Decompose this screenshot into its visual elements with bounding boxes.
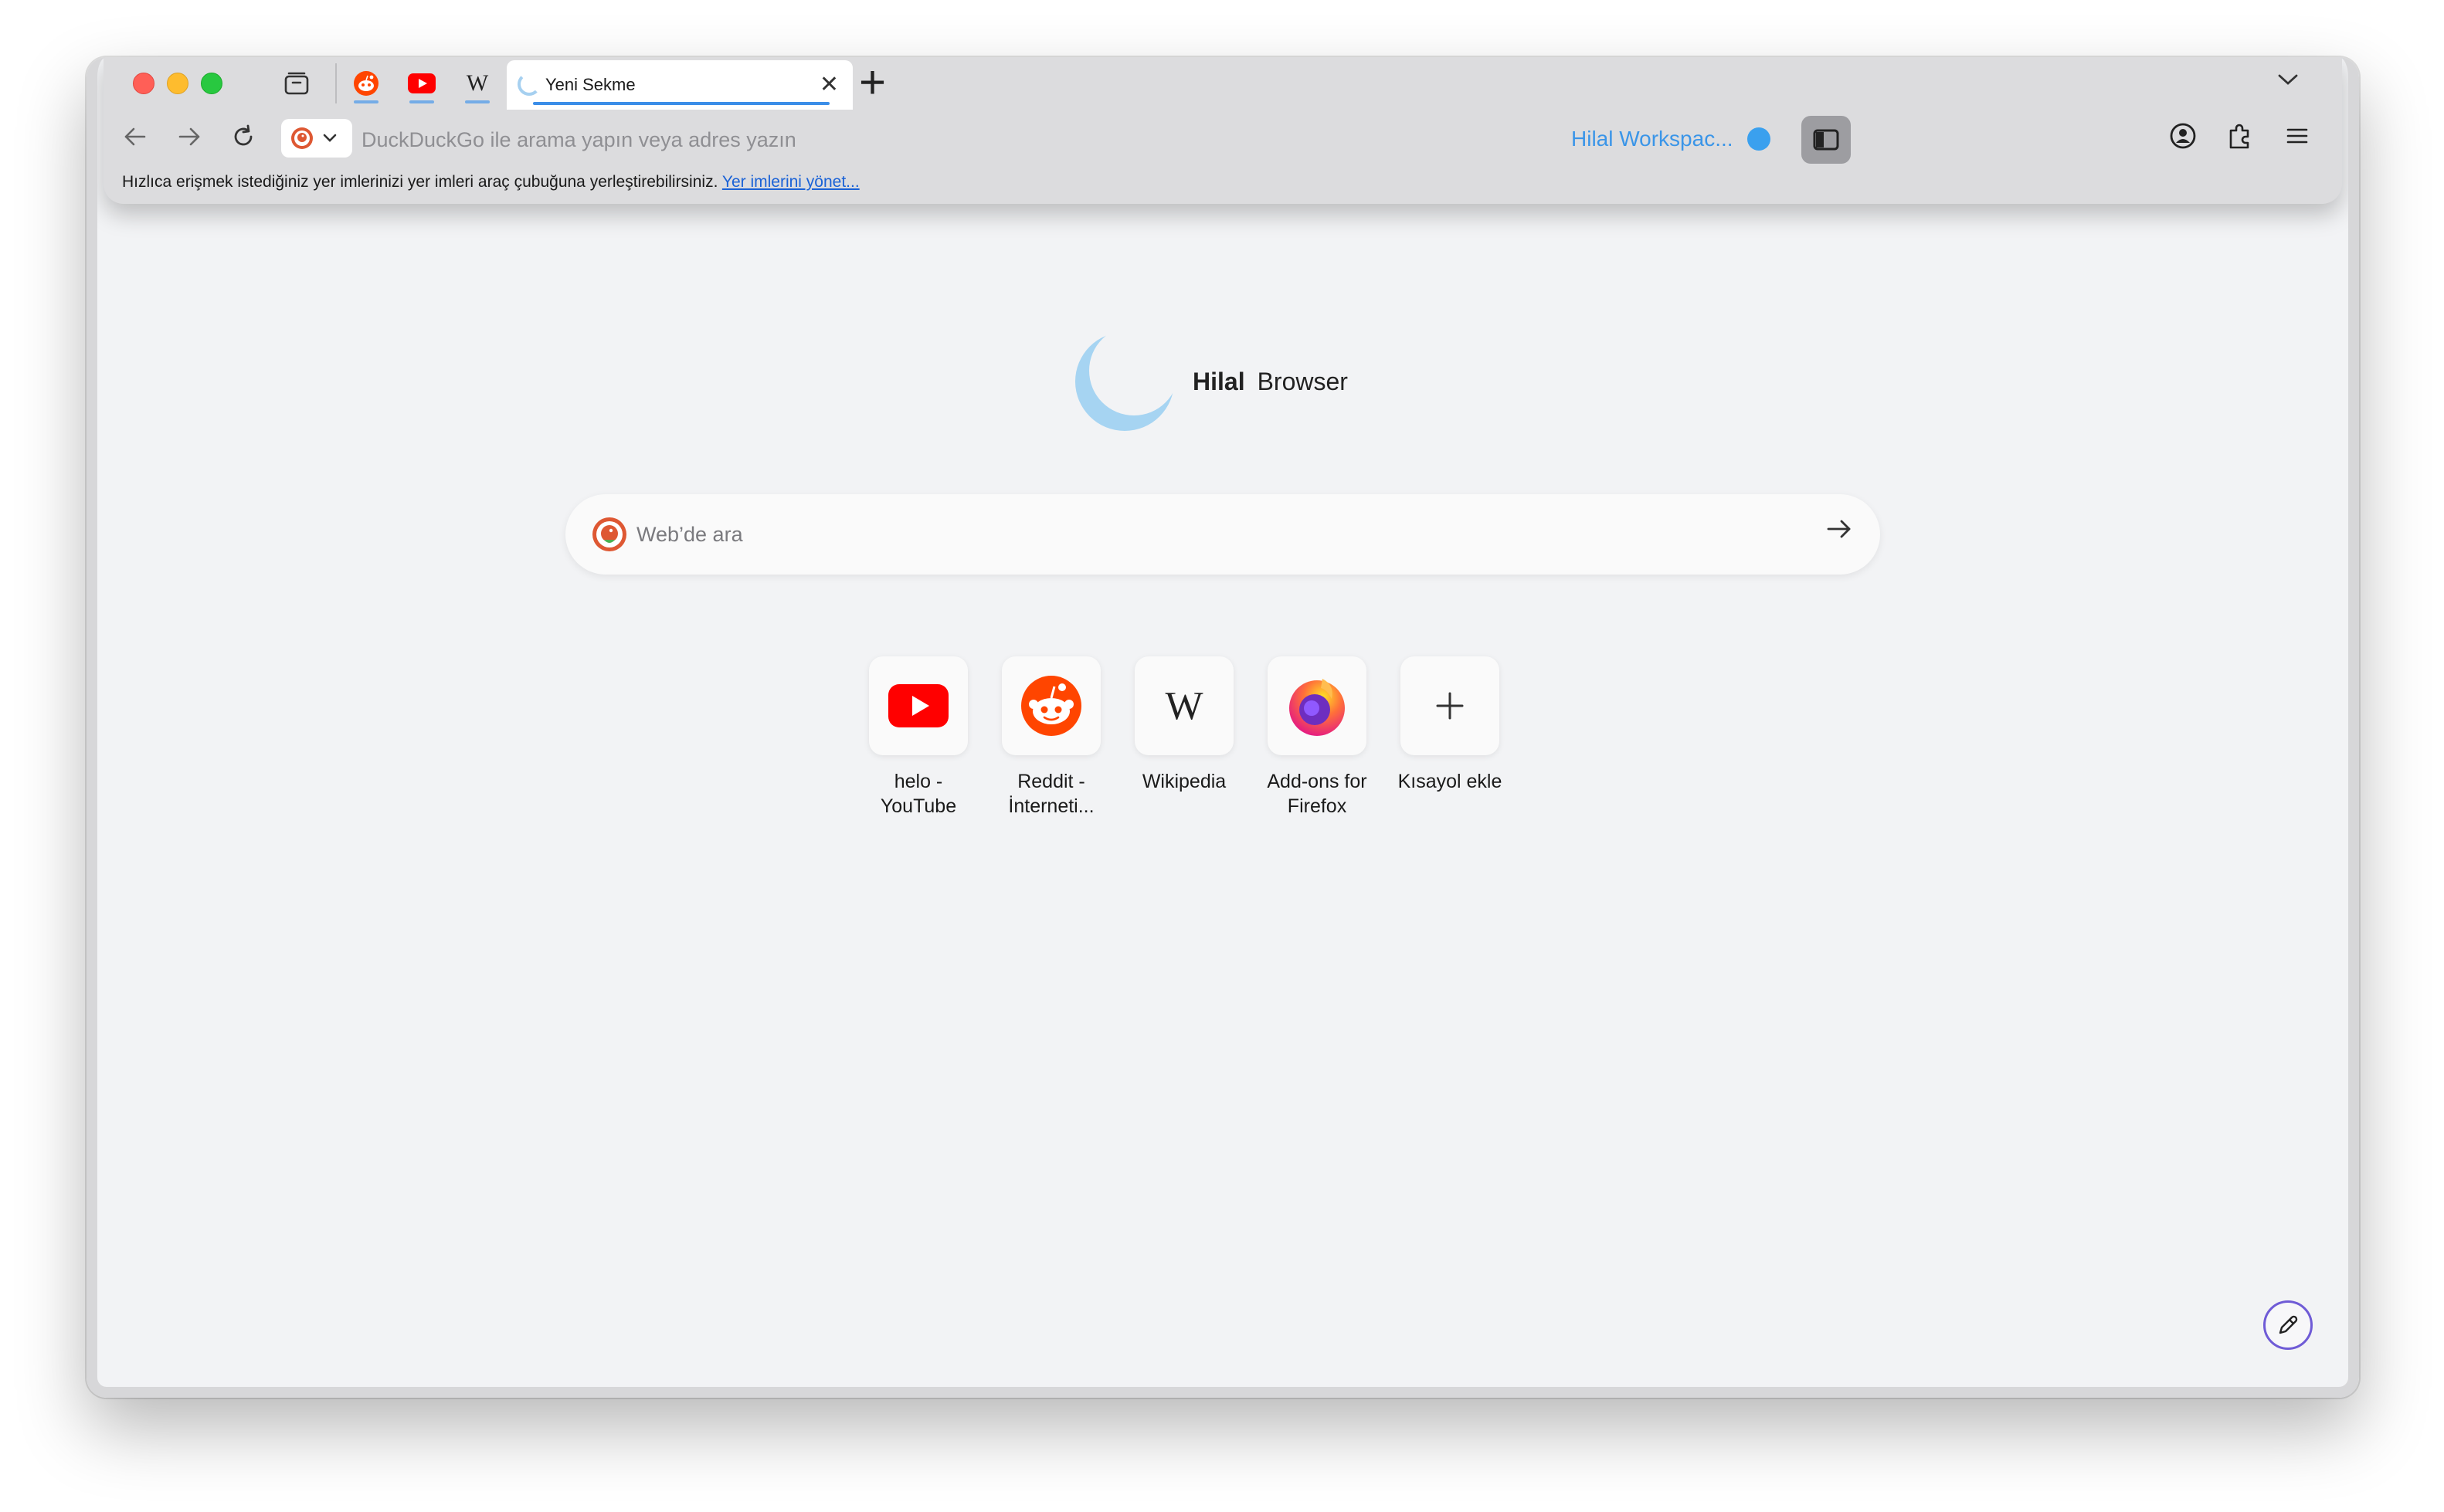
shortcut-label: Kısayol ekle: [1397, 771, 1502, 792]
account-icon: [2170, 123, 2196, 149]
workspace-label: Hilal Workspac...: [1571, 127, 1733, 151]
shortcut-label: helo - YouTube: [880, 771, 957, 817]
browser-window: W Yeni Sekme ✕ + DuckDuckGo ile arama ya…: [87, 57, 2359, 1398]
tab-overview-button[interactable]: [280, 68, 314, 99]
youtube-icon: [888, 684, 949, 727]
wikipedia-icon: W: [1165, 683, 1203, 728]
add-shortcut-tile[interactable]: Kısayol ekle: [1398, 656, 1502, 819]
url-bar-input[interactable]: DuckDuckGo ile arama yapın veya adres ya…: [362, 128, 796, 152]
toolbar-right-icons: [2166, 119, 2314, 153]
pinned-tab-reddit[interactable]: [349, 68, 383, 103]
tab-progress-bar: [533, 102, 830, 105]
extensions-button[interactable]: [2223, 119, 2257, 153]
account-button[interactable]: [2166, 119, 2200, 153]
tab-bar: W Yeni Sekme ✕ +: [104, 57, 2342, 110]
sidebar-icon: [1813, 129, 1839, 151]
tab-title: Yeni Sekme: [545, 75, 636, 94]
close-window-button[interactable]: [133, 73, 154, 94]
duckduckgo-icon: [291, 127, 313, 149]
shortcut-icon-box: W: [1135, 656, 1234, 755]
web-search-input[interactable]: Web’de ara: [636, 523, 743, 547]
tab-indicator: [409, 100, 434, 103]
wikipedia-icon: W: [466, 70, 489, 96]
brand-name: Hilal Browser: [1193, 368, 1348, 396]
web-search-box[interactable]: Web’de ara: [565, 494, 1880, 575]
shortcut-tile[interactable]: helo - YouTube: [868, 656, 969, 819]
shortcut-icon-box: [869, 656, 968, 755]
chevron-down-icon: [323, 130, 337, 147]
pinned-tab-wikipedia[interactable]: W: [460, 68, 494, 103]
reddit-icon: [1021, 676, 1081, 736]
reload-icon: [234, 124, 253, 146]
back-button[interactable]: [116, 117, 154, 156]
shortcut-label: Wikipedia: [1142, 771, 1227, 792]
workspace-selector[interactable]: Hilal Workspac...: [1571, 127, 1770, 151]
search-submit-arrow-icon[interactable]: [1826, 517, 1852, 544]
tab-active[interactable]: Yeni Sekme ✕: [507, 60, 853, 110]
tab-indicator: [465, 100, 490, 103]
shortcut-label: Reddit - İnterneti...: [1008, 771, 1095, 817]
manage-bookmarks-link[interactable]: Yer imlerini yönet...: [722, 173, 860, 191]
close-tab-icon[interactable]: ✕: [820, 71, 839, 98]
puzzle-icon: [2229, 124, 2249, 149]
duckduckgo-icon: [592, 517, 626, 551]
brand-name-bold: Hilal: [1193, 367, 1245, 395]
shortcut-tile[interactable]: Add-ons for Firefox: [1267, 656, 1367, 819]
minimize-window-button[interactable]: [167, 73, 188, 94]
crescent-moon-icon: [1075, 332, 1174, 431]
loading-spinner-icon: [518, 73, 541, 96]
sidebar-toggle-button[interactable]: [1801, 116, 1851, 164]
tab-list-chevron-down-icon[interactable]: [2277, 66, 2299, 93]
tab-separator: [335, 63, 337, 103]
new-tab-button[interactable]: +: [859, 59, 886, 106]
menu-button[interactable]: [2280, 119, 2314, 153]
arrow-left-icon: [124, 127, 146, 146]
pencil-icon: [2279, 1315, 2298, 1334]
bookmarks-bar: Hızlıca erişmek istediğiniz yer imlerini…: [122, 173, 860, 192]
zoom-window-button[interactable]: [201, 73, 222, 94]
workspace-dot-icon: [1746, 127, 1770, 151]
bookmarks-empty-message: Hızlıca erişmek istediğiniz yer imlerini…: [122, 173, 718, 191]
brand-logo: Hilal Browser: [1071, 327, 1348, 436]
shortcut-tiles: helo - YouTube Reddit - İnterneti... W W…: [868, 656, 1502, 819]
hamburger-menu-icon: [2286, 128, 2308, 144]
plus-icon: [1436, 692, 1464, 720]
search-engine-selector[interactable]: [281, 119, 352, 158]
firefox-icon: [1289, 679, 1345, 736]
shortcut-icon-box: [1002, 656, 1101, 755]
browser-chrome: W Yeni Sekme ✕ + DuckDuckGo ile arama ya…: [104, 57, 2342, 204]
reload-button[interactable]: [224, 117, 263, 156]
arrow-right-icon: [178, 127, 200, 146]
tab-overview-icon: [284, 72, 309, 95]
customize-page-button[interactable]: [2263, 1300, 2313, 1350]
shortcut-tile[interactable]: Reddit - İnterneti...: [1001, 656, 1101, 819]
forward-button[interactable]: [170, 117, 209, 156]
shortcut-label: Add-ons for Firefox: [1267, 771, 1367, 817]
brand-name-rest: Browser: [1257, 367, 1348, 395]
shortcut-tile[interactable]: W Wikipedia: [1134, 656, 1234, 819]
tab-indicator: [354, 100, 378, 103]
pinned-tab-youtube[interactable]: [405, 68, 439, 103]
shortcut-icon-box: [1400, 656, 1499, 755]
youtube-icon: [408, 73, 436, 93]
reddit-icon: [354, 71, 378, 96]
navigation-toolbar: DuckDuckGo ile arama yapın veya adres ya…: [104, 108, 2342, 165]
shortcut-icon-box: [1268, 656, 1366, 755]
